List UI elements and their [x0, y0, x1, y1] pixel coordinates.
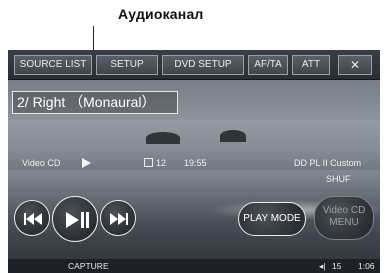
scenery-island [146, 132, 180, 144]
bottom-status-bar: CAPTURE ◂| 15 1:06 [8, 259, 380, 273]
audio-channel-display: 2/ Right （Monaural） [12, 91, 178, 114]
shuffle-indicator: SHUF [326, 174, 351, 184]
next-button[interactable] [100, 200, 136, 236]
player-screen: SOURCE LIST SETUP DVD SETUP AF/TA ATT ✕ … [8, 50, 380, 273]
tab-att[interactable]: ATT [292, 55, 330, 75]
video-cd-menu-button[interactable]: Video CD MENU [314, 196, 374, 240]
close-button[interactable]: ✕ [338, 55, 372, 75]
sound-mode: DD PL II Custom [294, 158, 362, 168]
skip-previous-icon [24, 213, 42, 225]
video-cd-menu-line2: MENU [329, 217, 359, 228]
video-cd-menu-line1: Video CD [322, 205, 366, 216]
play-icon [82, 158, 91, 168]
volume-icon: ◂| [319, 261, 326, 271]
capture-button[interactable]: CAPTURE [68, 260, 109, 272]
volume-level: 15 [332, 261, 342, 271]
previous-button[interactable] [14, 200, 50, 236]
tab-dvd-setup[interactable]: DVD SETUP [162, 55, 244, 75]
scene-icon [144, 158, 153, 167]
playback-time: 19:55 [184, 158, 207, 168]
clock: 1:06 [358, 261, 375, 271]
close-icon: ✕ [349, 58, 361, 72]
source-label: Video CD [22, 158, 61, 168]
tab-source-list[interactable]: SOURCE LIST [14, 55, 92, 75]
top-tab-bar: SOURCE LIST SETUP DVD SETUP AF/TA ATT ✕ [8, 50, 380, 80]
play-pause-icon [66, 212, 89, 228]
callout-label: Аудиоканал [118, 6, 204, 22]
chapter-number: 12 [156, 158, 167, 168]
tab-setup[interactable]: SETUP [96, 55, 158, 75]
play-mode-button[interactable]: PLAY MODE [238, 202, 306, 236]
scenery-island [220, 130, 246, 142]
skip-next-icon [110, 213, 128, 225]
play-pause-button[interactable] [52, 196, 98, 242]
tab-af-ta[interactable]: AF/TA [248, 55, 288, 75]
